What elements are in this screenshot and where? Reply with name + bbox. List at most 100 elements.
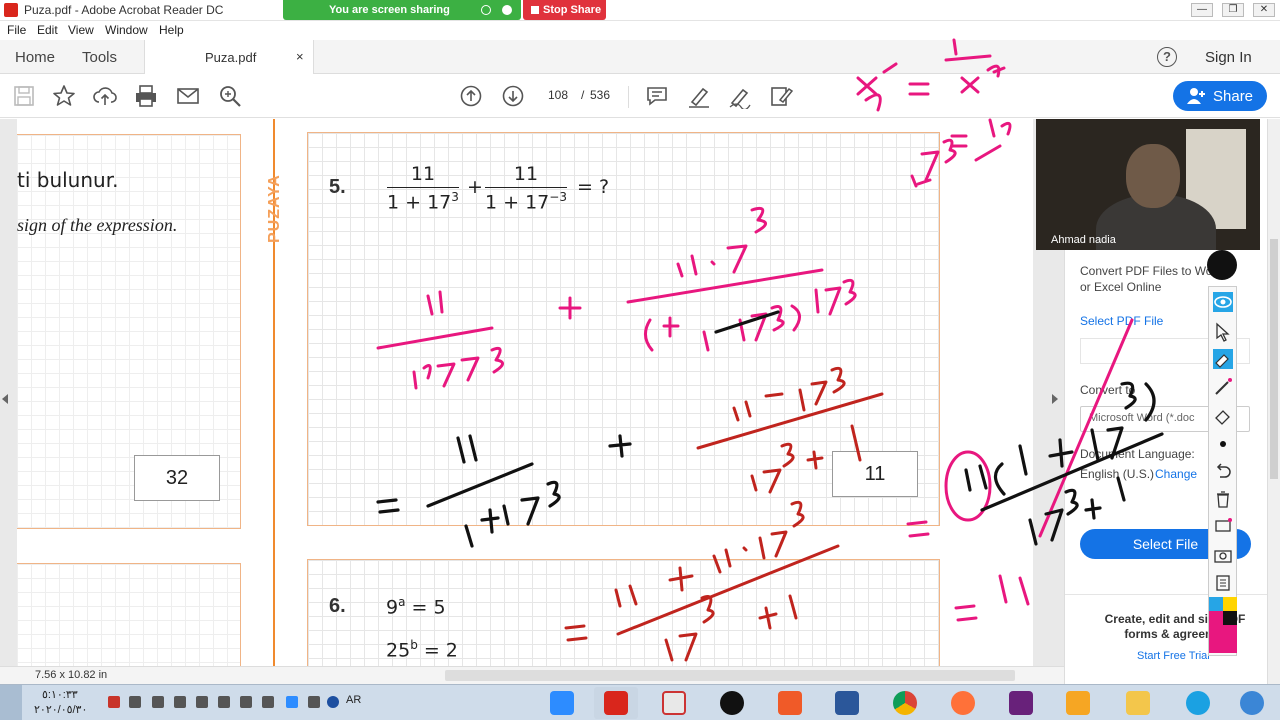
tray-tool-icon[interactable] bbox=[262, 696, 274, 708]
file-explorer-icon[interactable] bbox=[1116, 687, 1160, 719]
close-tab-icon[interactable]: × bbox=[296, 49, 304, 64]
menu-window[interactable]: Window bbox=[105, 23, 148, 37]
q6-equation-1: 9a = 5 bbox=[386, 595, 446, 619]
firefox-icon[interactable] bbox=[941, 687, 985, 719]
menu-edit[interactable]: Edit bbox=[37, 23, 58, 37]
internet-explorer-icon[interactable] bbox=[1176, 687, 1220, 719]
upload-icon[interactable] bbox=[92, 83, 118, 109]
minimize-button[interactable]: — bbox=[1191, 3, 1213, 17]
tray-network-icon[interactable] bbox=[129, 696, 141, 708]
share-secure-icon bbox=[502, 5, 512, 15]
close-window-button[interactable]: ✕ bbox=[1253, 3, 1275, 17]
zoom-app-icon[interactable] bbox=[540, 687, 584, 719]
page-total: 536 bbox=[590, 88, 611, 102]
cursor-icon[interactable] bbox=[1213, 322, 1233, 342]
clipboard-icon[interactable] bbox=[1213, 572, 1233, 592]
tab-bar: Home Tools Puza.pdf × ? Sign In bbox=[0, 40, 1280, 74]
question-5-number: 5. bbox=[329, 176, 346, 198]
right-panel-toggle-icon[interactable] bbox=[1052, 394, 1058, 404]
tray-usb-icon[interactable] bbox=[218, 696, 230, 708]
start-free-trial-link[interactable]: Start Free Trial bbox=[1137, 650, 1210, 662]
help-icon[interactable]: ? bbox=[1157, 47, 1177, 67]
document-viewport[interactable]: ti bulunur. sign of the expression. 32 P… bbox=[0, 119, 1064, 666]
word-icon[interactable] bbox=[825, 687, 869, 719]
restore-button[interactable]: ❐ bbox=[1222, 3, 1244, 17]
tray-globe-icon[interactable] bbox=[327, 696, 339, 708]
page-down-icon[interactable] bbox=[500, 83, 526, 109]
q5-answer-box: 11 bbox=[832, 451, 918, 497]
print-icon[interactable] bbox=[133, 83, 159, 109]
tray-zoom-icon[interactable] bbox=[286, 696, 298, 708]
video-player-icon[interactable] bbox=[1056, 687, 1100, 719]
page-number-input[interactable]: 108 bbox=[540, 88, 576, 102]
stop-share-button[interactable]: Stop Share bbox=[523, 0, 606, 20]
tab-tools[interactable]: Tools bbox=[82, 49, 117, 66]
search-icon[interactable] bbox=[217, 83, 243, 109]
sign-icon[interactable] bbox=[727, 83, 753, 109]
menu-file[interactable]: File bbox=[7, 23, 26, 37]
menu-view[interactable]: View bbox=[68, 23, 94, 37]
convert-description-line1: Convert PDF Files to Wo bbox=[1080, 264, 1213, 278]
scrollbar-thumb[interactable] bbox=[1270, 239, 1278, 479]
q5-fraction-1-denominator: 1 + 173 bbox=[387, 190, 459, 214]
pause-share-icon[interactable] bbox=[481, 5, 491, 15]
eye-icon[interactable] bbox=[1213, 292, 1233, 312]
tray-battery-icon[interactable] bbox=[196, 696, 208, 708]
tray-arrow-icon[interactable] bbox=[308, 696, 320, 708]
tab-document[interactable]: Puza.pdf × bbox=[144, 40, 314, 74]
page-up-icon[interactable] bbox=[458, 83, 484, 109]
color-swatch-icon[interactable] bbox=[1209, 597, 1237, 653]
marker-icon[interactable] bbox=[1213, 349, 1233, 369]
convert-to-label: Convert to bbox=[1080, 383, 1136, 397]
vertical-scrollbar[interactable] bbox=[1267, 119, 1280, 684]
menu-help[interactable]: Help bbox=[159, 23, 184, 37]
tray-volume-icon[interactable] bbox=[174, 696, 186, 708]
tab-home[interactable]: Home bbox=[15, 49, 55, 66]
screen-sharing-banner[interactable]: You are screen sharing bbox=[283, 0, 521, 20]
camera-icon[interactable] bbox=[1213, 545, 1233, 565]
trash-icon[interactable] bbox=[1213, 489, 1233, 509]
snipping-tool-icon[interactable] bbox=[652, 687, 696, 719]
dot-size-icon[interactable] bbox=[1213, 434, 1233, 454]
pen-icon[interactable] bbox=[1213, 377, 1233, 397]
highlight-icon[interactable] bbox=[686, 83, 712, 109]
undo-icon[interactable] bbox=[1213, 461, 1233, 481]
save-icon[interactable] bbox=[11, 83, 37, 109]
acrobat-taskbar-icon[interactable] bbox=[594, 687, 638, 719]
pen-tool-badge-icon[interactable] bbox=[1207, 250, 1237, 280]
star-icon[interactable] bbox=[51, 83, 77, 109]
fill-sign-icon[interactable] bbox=[768, 83, 794, 109]
title-bar: Puza.pdf - Adobe Acrobat Reader DC You a… bbox=[0, 0, 1280, 21]
share-button-label: Share bbox=[1213, 88, 1254, 105]
horizontal-scrollbar[interactable] bbox=[445, 670, 1015, 681]
change-language-link[interactable]: Change bbox=[1155, 467, 1197, 481]
taskbar-language[interactable]: AR bbox=[346, 694, 361, 706]
left-answer-box: 32 bbox=[134, 455, 220, 501]
taskbar-date: ٢٠٢٠/٠٥/٣٠ bbox=[34, 704, 88, 716]
left-question-instruction: sign of the expression. bbox=[17, 215, 178, 235]
tray-shield-icon[interactable] bbox=[108, 696, 120, 708]
sign-in-link[interactable]: Sign In bbox=[1205, 49, 1252, 66]
tray-settings-icon[interactable] bbox=[240, 696, 252, 708]
pen-tool-taskbar-icon[interactable] bbox=[710, 687, 754, 719]
start-button[interactable] bbox=[0, 685, 22, 720]
pdf-page: ti bulunur. sign of the expression. 32 P… bbox=[17, 119, 1033, 666]
mail-icon[interactable] bbox=[175, 83, 201, 109]
left-question-text: ti bulunur. bbox=[17, 168, 119, 192]
windows-media-icon[interactable] bbox=[1230, 687, 1274, 719]
screencast-icon[interactable] bbox=[768, 687, 812, 719]
q5-equals-question: = ? bbox=[577, 176, 610, 198]
stop-share-label: Stop Share bbox=[543, 4, 602, 16]
eraser-icon[interactable] bbox=[1213, 405, 1233, 425]
brand-vertical-text: PUZAYA bbox=[266, 174, 283, 243]
share-button[interactable]: Share bbox=[1173, 81, 1267, 111]
board-icon[interactable] bbox=[1213, 517, 1233, 537]
select-pdf-file-link[interactable]: Select PDF File bbox=[1080, 314, 1163, 328]
add-person-icon bbox=[1187, 88, 1205, 104]
acrobat-app-icon bbox=[4, 3, 18, 17]
tray-flag-icon[interactable] bbox=[152, 696, 164, 708]
comment-icon[interactable] bbox=[644, 83, 670, 109]
visual-studio-icon[interactable] bbox=[999, 687, 1043, 719]
chrome-icon[interactable] bbox=[883, 687, 927, 719]
left-panel-toggle-icon[interactable] bbox=[2, 394, 8, 404]
